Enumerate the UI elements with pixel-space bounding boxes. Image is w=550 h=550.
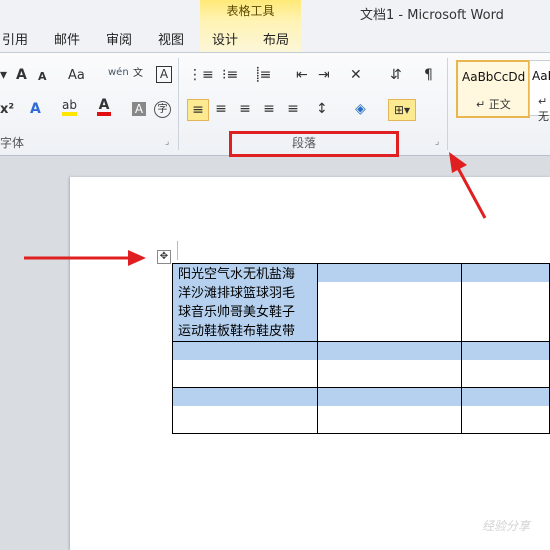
annotation-arrows — [24, 152, 487, 266]
diagonal-arrow-shaft — [456, 167, 487, 219]
watermark: 经验分享 — [481, 519, 530, 533]
left-arrow-head — [128, 250, 146, 266]
